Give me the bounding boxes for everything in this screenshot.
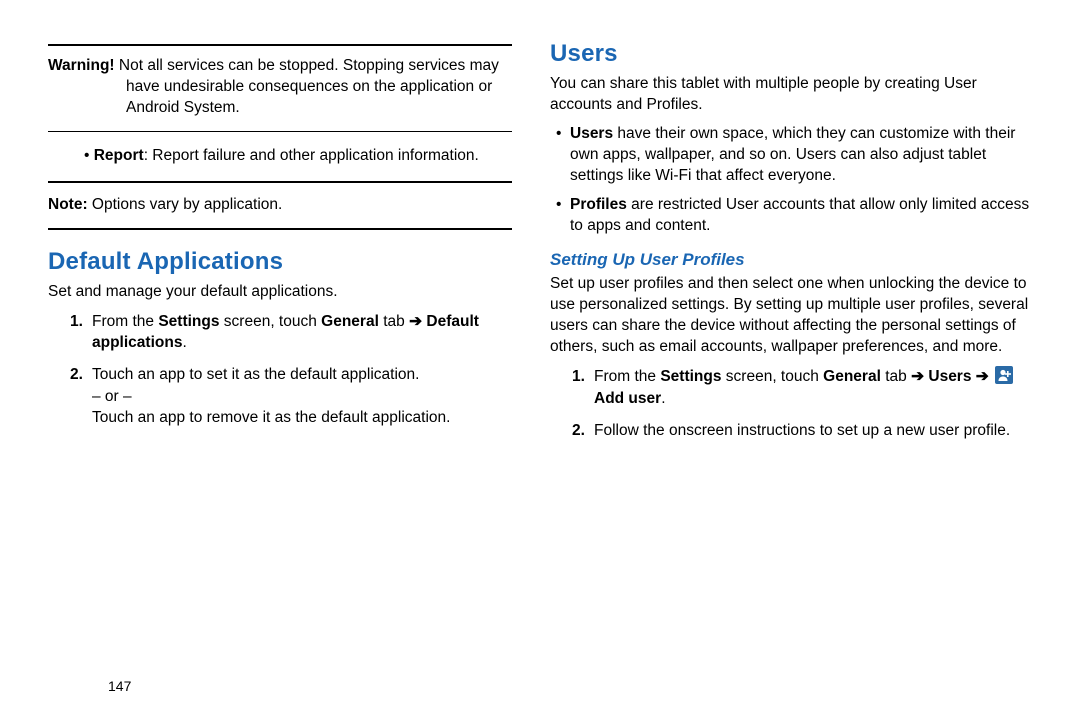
section-title-users: Users — [550, 40, 1032, 68]
steps-list: From the Settings screen, touch General … — [48, 311, 512, 429]
rule — [48, 181, 512, 183]
bold: Settings — [660, 368, 721, 385]
text: tab — [379, 313, 409, 330]
bold: General — [321, 313, 379, 330]
arrow-icon: ➔ — [976, 368, 989, 385]
bold: General — [823, 368, 881, 385]
bold: Add user — [594, 390, 661, 407]
step-1: From the Settings screen, touch General … — [572, 366, 1032, 409]
text: are restricted User accounts that allow … — [570, 196, 1029, 234]
text: From the — [92, 313, 158, 330]
add-user-icon — [995, 366, 1013, 384]
text: Touch an app to remove it as the default… — [92, 409, 450, 426]
bold: Profiles — [570, 196, 627, 213]
text: . — [182, 334, 186, 351]
text: screen, touch — [721, 368, 823, 385]
text: Follow the onscreen instructions to set … — [594, 422, 1010, 439]
page-number: 147 — [108, 678, 131, 694]
text: tab — [881, 368, 911, 385]
subsection-intro: Set up user profiles and then select one… — [550, 274, 1032, 358]
warning-block: Warning! Not all services can be stopped… — [48, 50, 512, 127]
steps-list: From the Settings screen, touch General … — [550, 366, 1032, 441]
list-item: Profiles are restricted User accounts th… — [556, 195, 1032, 237]
subsection-title: Setting Up User Profiles — [550, 250, 1032, 270]
list-item: Users have their own space, which they c… — [556, 124, 1032, 187]
report-block: • Report: Report failure and other appli… — [48, 136, 512, 177]
section-intro: Set and manage your default applications… — [48, 282, 512, 303]
arrow-icon: ➔ — [911, 368, 924, 385]
rule — [48, 131, 512, 132]
warning-text: Not all services can be stopped. Stoppin… — [119, 57, 499, 116]
text: From the — [594, 368, 660, 385]
right-column: Users You can share this tablet with mul… — [540, 40, 1032, 690]
note-label: Note: — [48, 196, 88, 213]
page: Warning! Not all services can be stopped… — [0, 0, 1080, 720]
text: – or – — [92, 388, 132, 405]
step-1: From the Settings screen, touch General … — [70, 311, 512, 354]
text: Touch an app to set it as the default ap… — [92, 366, 419, 383]
warning-label: Warning! — [48, 57, 115, 74]
bold: Users — [570, 125, 613, 142]
arrow-icon: ➔ — [409, 313, 422, 330]
step-2: Follow the onscreen instructions to set … — [572, 420, 1032, 442]
report-text: : Report failure and other application i… — [144, 147, 479, 164]
bold: Users — [928, 368, 971, 385]
users-bullets: Users have their own space, which they c… — [550, 124, 1032, 237]
users-intro: You can share this tablet with multiple … — [550, 74, 1032, 116]
rule — [48, 44, 512, 46]
note-text: Options vary by application. — [92, 196, 282, 213]
step-2: Touch an app to set it as the default ap… — [70, 364, 512, 429]
report-label: Report — [94, 147, 144, 164]
note-block: Note: Options vary by application. — [48, 187, 512, 224]
text: . — [661, 390, 665, 407]
bold: Settings — [158, 313, 219, 330]
text: screen, touch — [219, 313, 321, 330]
text: have their own space, which they can cus… — [570, 125, 1015, 184]
section-title-default-applications: Default Applications — [48, 248, 512, 276]
rule — [48, 228, 512, 230]
left-column: Warning! Not all services can be stopped… — [48, 40, 540, 690]
